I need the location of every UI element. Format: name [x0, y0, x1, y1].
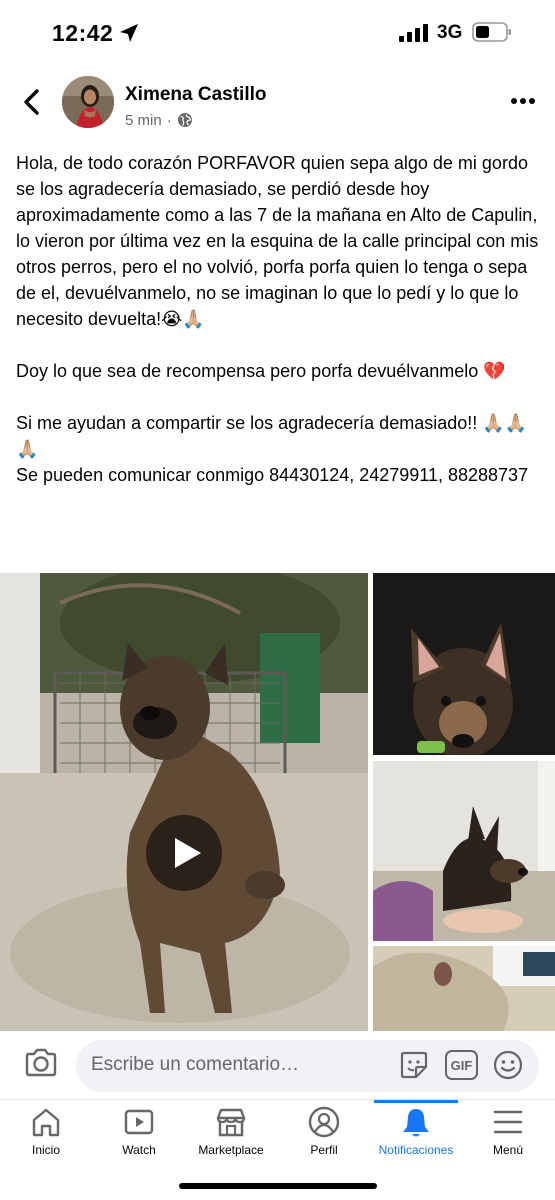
signal-bars-icon	[399, 24, 428, 42]
dog-photo-partial[interactable]	[373, 946, 555, 1031]
dog-photo-couch[interactable]	[373, 761, 555, 941]
play-icon[interactable]	[145, 814, 223, 892]
post-time[interactable]: 5 min	[125, 112, 162, 129]
profile-icon	[308, 1106, 340, 1138]
nav-label: Marketplace	[198, 1143, 264, 1157]
home-icon	[32, 1108, 60, 1137]
nav-item-watch[interactable]: Watch	[109, 1100, 169, 1164]
nav-item-menu[interactable]: Menú	[478, 1100, 538, 1164]
post-paragraph: Si me ayudan a compartir se los agradece…	[16, 413, 528, 459]
nav-label: Inicio	[31, 1143, 60, 1157]
watch-icon	[124, 1109, 154, 1135]
post-text: Hola, de todo corazón PORFAVOR quien sep…	[16, 150, 540, 488]
nav-label: Perfil	[310, 1143, 338, 1157]
battery-icon	[472, 22, 511, 42]
bell-icon	[403, 1109, 429, 1137]
meta-separator: ·	[166, 111, 172, 129]
nav-label-active: Notificaciones	[378, 1143, 454, 1157]
back-button[interactable]	[18, 86, 46, 118]
emoji-icon[interactable]	[492, 1049, 524, 1081]
author-name[interactable]: Ximena Castillo	[125, 84, 267, 106]
nav-item-inicio[interactable]: Inicio	[16, 1100, 76, 1164]
comment-placeholder[interactable]: Escribe un comentario…	[91, 1054, 299, 1076]
status-bar: 12:42 3G	[0, 0, 555, 66]
post-paragraph: Doy lo que sea de recompensa pero porfa …	[16, 361, 506, 381]
nav-item-perfil[interactable]: Perfil	[294, 1100, 354, 1164]
post-paragraph: Hola, de todo corazón PORFAVOR quien sep…	[16, 153, 539, 329]
globe-icon[interactable]	[177, 112, 193, 128]
sticker-icon[interactable]	[398, 1049, 430, 1081]
camera-icon[interactable]	[24, 1048, 58, 1078]
menu-icon	[493, 1110, 523, 1134]
gif-label: GIF	[450, 1057, 473, 1073]
nav-item-notificaciones[interactable]: Notificaciones	[374, 1100, 458, 1164]
avatar-photo	[62, 76, 114, 128]
avatar[interactable]	[62, 76, 114, 128]
more-options-button[interactable]	[510, 96, 536, 106]
marketplace-icon	[216, 1108, 246, 1137]
network-type: 3G	[437, 22, 463, 43]
gif-icon[interactable]: GIF	[445, 1050, 478, 1080]
nav-label: Menú	[492, 1143, 524, 1157]
dog-photo-ears[interactable]	[373, 573, 555, 755]
dog-video-thumbnail[interactable]	[0, 573, 368, 1031]
nav-label: Watch	[122, 1143, 156, 1157]
post-paragraph: Se pueden comunicar conmigo 84430124, 24…	[16, 465, 529, 485]
home-indicator	[179, 1183, 377, 1189]
post-meta: 5 min ·	[125, 111, 193, 129]
location-arrow-icon	[120, 24, 138, 42]
status-time: 12:42	[52, 20, 114, 46]
nav-item-marketplace[interactable]: Marketplace	[196, 1100, 266, 1164]
